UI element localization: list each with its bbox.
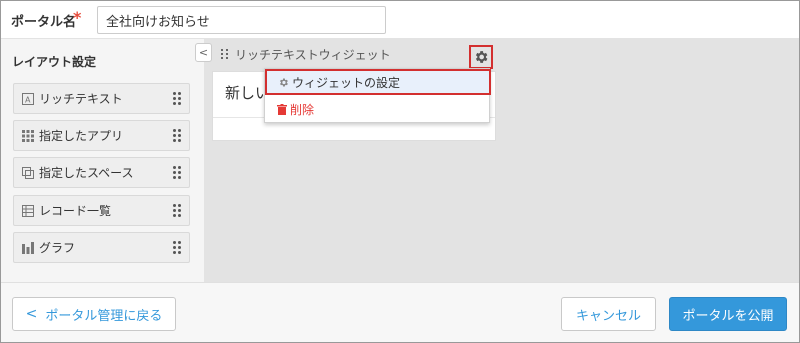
required-mark: * [73,8,82,27]
back-button-label: ポータル管理に戻る [45,308,163,324]
sidebar-item-label: 指定したスペース [39,166,134,180]
menu-item-label: 削除 [290,102,315,117]
widget-header: リッチテキストウィジェット [212,39,496,71]
sidebar-item-rich-text[interactable]: A リッチテキスト [13,83,190,114]
sidebar-item-space[interactable]: 指定したスペース [13,157,190,188]
svg-text:A: A [25,95,31,104]
rich-text-icon: A [21,92,34,105]
menu-item-label: ウィジェットの設定 [292,75,401,90]
portal-name-input[interactable] [97,6,386,34]
sidebar-item-label: 指定したアプリ [39,129,124,143]
menu-item-widget-settings[interactable]: ウィジェットの設定 [265,69,491,95]
portal-name-bar: ポータル名 * [1,1,799,38]
cancel-button[interactable]: キャンセル [561,297,656,331]
collapse-sidebar-button[interactable]: < [195,43,212,62]
trash-icon [277,103,287,115]
layout-sidebar: レイアウト設定 A リッチテキスト 指定したアプリ 指定したスペース レコード一… [1,38,204,282]
sidebar-title: レイアウト設定 [12,55,97,69]
space-icon [21,166,34,179]
app-grid-icon [21,129,34,142]
sidebar-item-graph[interactable]: グラフ [13,232,190,263]
sidebar-item-label: レコード一覧 [39,204,112,218]
widget-drag-handle-icon[interactable] [221,49,229,61]
sidebar-item-record-list[interactable]: レコード一覧 [13,195,190,226]
widget-title: リッチテキストウィジェット [235,48,391,62]
drag-handle-icon[interactable] [173,241,181,255]
publish-portal-button[interactable]: ポータルを公開 [669,297,787,331]
drag-handle-icon[interactable] [173,129,181,143]
gear-icon [280,77,288,87]
chevron-left-icon: < [25,306,38,322]
drag-handle-icon[interactable] [173,166,181,180]
drag-handle-icon[interactable] [173,204,181,218]
gear-icon [475,51,488,63]
menu-item-delete[interactable]: 削除 [265,97,491,121]
drag-handle-icon[interactable] [173,92,181,106]
table-icon [21,204,34,217]
sidebar-item-app[interactable]: 指定したアプリ [13,120,190,151]
portal-name-label: ポータル名 [11,15,77,30]
widget-settings-button[interactable] [469,45,493,69]
graph-icon [21,241,34,254]
back-to-portal-management-button[interactable]: < ポータル管理に戻る [12,297,176,331]
sidebar-item-label: グラフ [39,241,76,255]
action-bar: < ポータル管理に戻る キャンセル ポータルを公開 [1,282,799,342]
widget-menu: ウィジェットの設定 削除 [264,68,491,123]
sidebar-item-label: リッチテキスト [39,92,123,106]
